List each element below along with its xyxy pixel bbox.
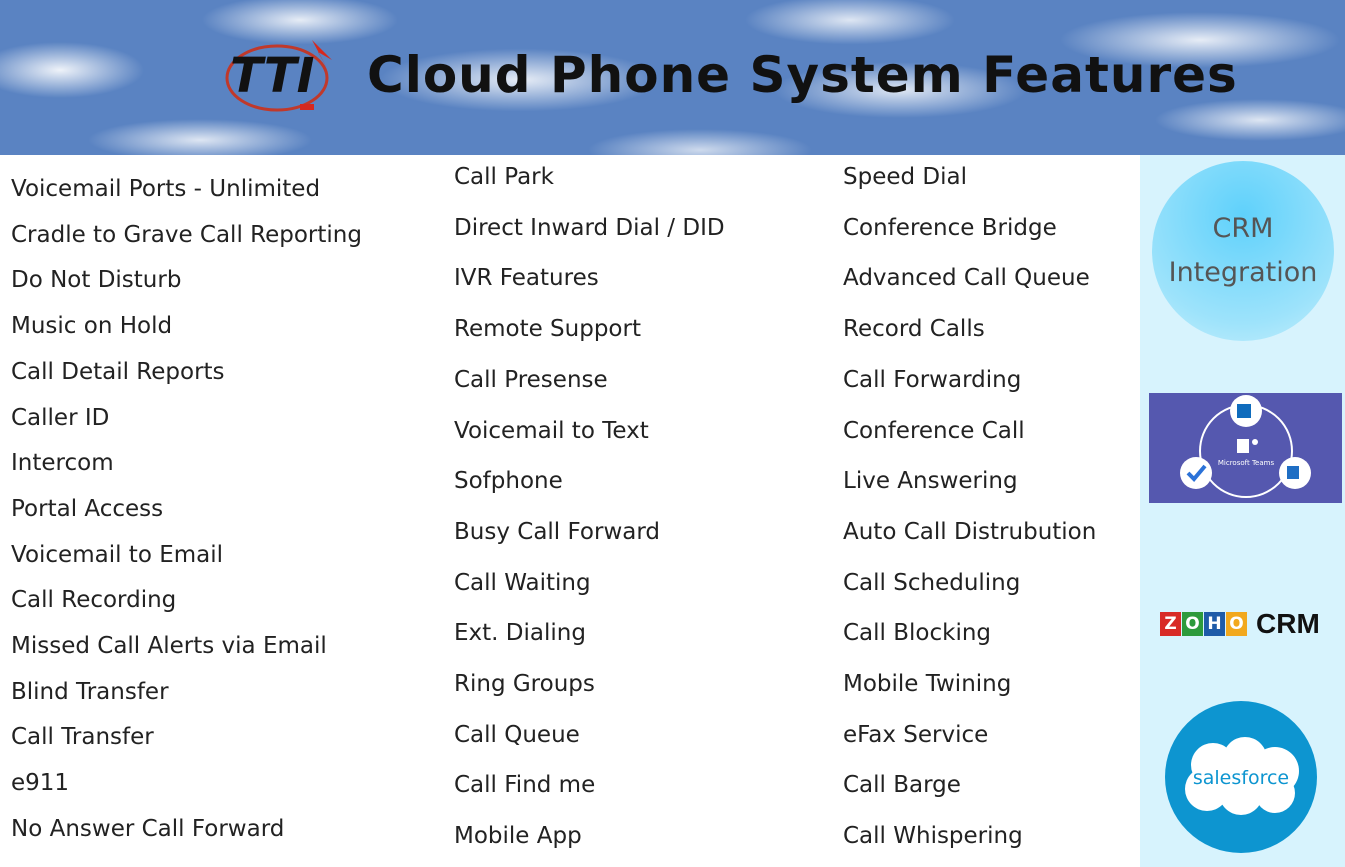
feature-item: Intercom (11, 450, 114, 477)
feature-item: Live Answering (843, 468, 1018, 495)
feature-item: Remote Support (454, 316, 641, 343)
feature-item: Mobile Twining (843, 671, 1012, 697)
feature-item: Call Transfer (11, 724, 154, 751)
microsoft-teams-logo: Microsoft Teams (1149, 393, 1342, 503)
feature-item: Busy Call Forward (454, 518, 661, 545)
feature-item: Call Blocking (843, 620, 992, 647)
salesforce-logo: salesforce (1165, 701, 1317, 853)
crm-integration-badge: CRM Integration (1152, 161, 1334, 341)
feature-item: Portal Access (11, 495, 164, 522)
feature-item: Voicemail to Email (11, 541, 224, 568)
feature-item: IVR Features (454, 265, 599, 292)
feature-item: Advanced Call Queue (843, 265, 1090, 292)
feature-item: Call Whispering (843, 823, 1023, 850)
feature-item: Blind Transfer (11, 678, 169, 705)
svg-text:TTI: TTI (230, 48, 314, 104)
feature-item: No Answer Call Forward (11, 815, 285, 842)
tti-logo: TTI (225, 40, 332, 112)
feature-item: Call Recording (11, 587, 177, 614)
zoho-letter: Z (1160, 612, 1181, 636)
feature-item: Call Barge (843, 772, 961, 799)
feature-item: Music on Hold (11, 313, 173, 340)
feature-item: Do Not Disturb (11, 267, 182, 294)
teams-label: Microsoft Teams (1218, 459, 1275, 467)
feature-item: Voicemail Ports - Unlimited (11, 176, 321, 202)
feature-item: Sofphone (454, 468, 563, 495)
feature-item: Voicemail to Text (454, 417, 649, 444)
zoho-letter: H (1204, 612, 1225, 636)
feature-item: Call Park (454, 164, 554, 190)
page-title: Cloud Phone System Features (367, 46, 1238, 104)
zoho-crm-label: CRM (1256, 608, 1320, 639)
feature-item: Call Detail Reports (11, 358, 225, 385)
feature-item: Call Scheduling (843, 569, 1021, 596)
integration-label: Integration (1168, 257, 1318, 288)
feature-item: Call Waiting (454, 569, 591, 596)
crm-integration-sidebar: CRM Integration Microsoft Teams Z O H O … (1140, 155, 1345, 867)
crm-label: CRM (1212, 213, 1274, 244)
zoho-letter: O (1226, 612, 1247, 636)
zoho-letter: O (1182, 612, 1203, 636)
feature-item: Call Presense (454, 366, 608, 393)
feature-item: Speed Dial (843, 164, 967, 190)
feature-item: Conference Call (843, 417, 1025, 444)
feature-item: Call Forwarding (843, 366, 1022, 393)
feature-item: Cradle to Grave Call Reporting (11, 221, 362, 248)
feature-item: Missed Call Alerts via Email (11, 633, 327, 659)
salesforce-label: salesforce (1192, 767, 1290, 789)
feature-item: Call Find me (454, 772, 596, 799)
feature-item: Record Calls (843, 316, 985, 343)
feature-item: Ring Groups (454, 671, 595, 697)
feature-item: Mobile App (454, 823, 582, 850)
feature-item: eFax Service (843, 721, 989, 748)
feature-item: Conference Bridge (843, 214, 1057, 241)
feature-item: e911 (11, 770, 70, 797)
feature-item: Ext. Dialing (454, 620, 586, 647)
feature-item: Call Queue (454, 721, 580, 748)
feature-item: Caller ID (11, 404, 110, 431)
feature-item: Auto Call Distrubution (843, 518, 1097, 545)
feature-item: Direct Inward Dial / DID (454, 214, 725, 241)
header-banner: TTI Cloud Phone System Features (0, 0, 1345, 155)
zoho-crm-logo: Z O H O CRM (1160, 608, 1320, 640)
